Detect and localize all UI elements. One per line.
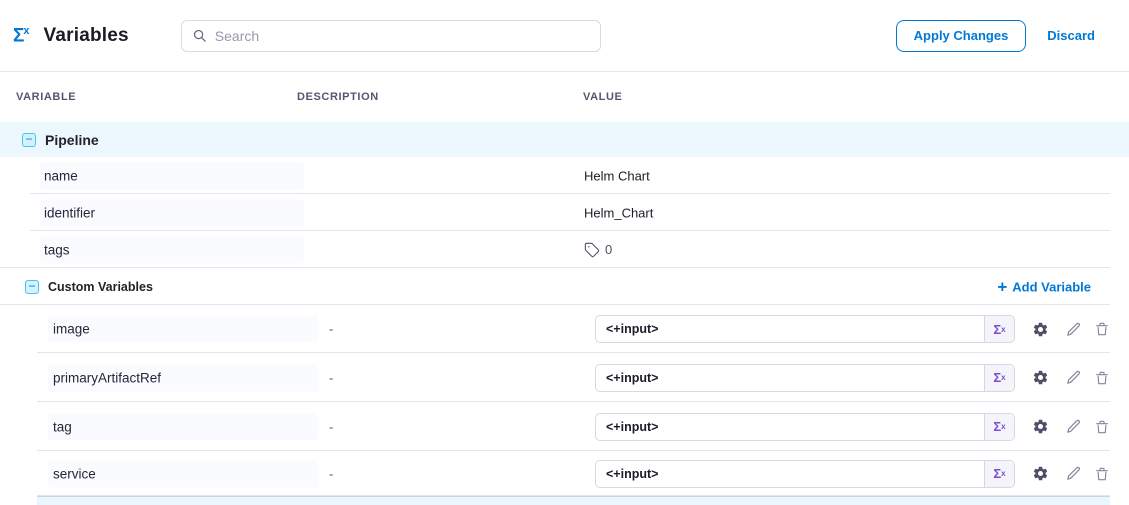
value-input[interactable] (596, 414, 984, 440)
table-header-row: VARIABLE DESCRIPTION VALUE (0, 72, 1129, 122)
discard-button[interactable]: Discard (1047, 28, 1095, 43)
expression-type-toggle-icon[interactable]: Σx (984, 365, 1014, 391)
table-row-image: image - Σx (0, 305, 1129, 353)
collapse-icon[interactable]: − (22, 133, 36, 147)
column-header-variable: VARIABLE (16, 91, 76, 103)
value-input-group: Σx (595, 413, 1015, 441)
search-input[interactable] (215, 28, 590, 44)
variable-label: name (44, 168, 78, 183)
pencil-icon (1065, 418, 1082, 435)
table-row-identifier: identifier Helm_Chart (0, 194, 1129, 231)
settings-button[interactable] (1031, 418, 1049, 436)
value-input[interactable] (596, 461, 984, 487)
tag-count: 0 (584, 242, 612, 258)
pencil-icon (1065, 321, 1082, 338)
variable-name-field: tag (48, 413, 318, 440)
table-row-tag: tag - Σx (0, 402, 1129, 451)
apply-changes-button[interactable]: Apply Changes (896, 20, 1027, 52)
variable-label: tags (44, 242, 70, 257)
table-row-name: name Helm Chart (0, 157, 1129, 194)
table-row-primaryArtifactRef: primaryArtifactRef - Σx (0, 353, 1129, 402)
tag-icon (584, 242, 600, 258)
expression-type-toggle-icon[interactable]: Σx (984, 316, 1014, 342)
value-input[interactable] (596, 316, 984, 342)
variable-label: image (53, 322, 90, 337)
settings-button[interactable] (1031, 465, 1049, 483)
top-bar: Σx Variables Apply Changes Discard (0, 0, 1129, 72)
edit-button[interactable] (1064, 465, 1082, 483)
variable-label: primaryArtifactRef (53, 370, 161, 385)
gear-icon (1032, 369, 1049, 386)
section-label-pipeline: Pipeline (45, 132, 99, 148)
table-row-tags: tags 0 (0, 231, 1129, 268)
trash-icon (1094, 321, 1110, 337)
search-icon (192, 28, 207, 43)
trash-icon (1094, 419, 1110, 435)
add-variable-label: Add Variable (1012, 279, 1091, 294)
section-row-pipeline: − Pipeline (0, 122, 1129, 157)
tag-count-text: 0 (605, 242, 612, 257)
variable-name-field: image (48, 316, 318, 343)
pencil-icon (1065, 465, 1082, 482)
trash-icon (1094, 466, 1110, 482)
add-variable-button[interactable]: + Add Variable (997, 278, 1091, 295)
value-input-group: Σx (595, 315, 1015, 343)
sigma-expression-icon: Σx (13, 26, 30, 45)
variable-name-field: primaryArtifactRef (48, 364, 318, 391)
trash-icon (1094, 370, 1110, 386)
settings-button[interactable] (1031, 369, 1049, 387)
expression-type-toggle-icon[interactable]: Σx (984, 414, 1014, 440)
gear-icon (1032, 418, 1049, 435)
delete-button[interactable] (1093, 418, 1111, 436)
gear-icon (1032, 321, 1049, 338)
tags-value: 0 (584, 242, 612, 258)
expression-type-toggle-icon[interactable]: Σx (984, 461, 1014, 487)
top-actions: Apply Changes Discard (896, 20, 1095, 52)
value-text: Helm_Chart (584, 205, 653, 220)
settings-button[interactable] (1031, 320, 1049, 338)
description-text: - (329, 419, 333, 434)
pencil-icon (1065, 369, 1082, 386)
edit-button[interactable] (1064, 369, 1082, 387)
variable-label: tag (53, 419, 72, 434)
variable-name-field: tags (40, 236, 304, 263)
variable-label: identifier (44, 205, 95, 220)
value-input-group: Σx (595, 460, 1015, 488)
page-title: Variables (44, 25, 129, 47)
section-row-custom-variables: − Custom Variables + Add Variable (0, 268, 1129, 305)
value-text: Helm Chart (584, 168, 650, 183)
variable-name-field: name (40, 162, 304, 189)
section-label-custom-variables: Custom Variables (48, 280, 153, 294)
search-box[interactable] (181, 20, 601, 52)
delete-button[interactable] (1093, 320, 1111, 338)
gear-icon (1032, 465, 1049, 482)
table-row-service: service - Σx (0, 451, 1129, 496)
value-input[interactable] (596, 365, 984, 391)
column-header-value: VALUE (583, 91, 622, 103)
description-text: - (329, 466, 333, 481)
variable-name-field: identifier (40, 199, 304, 226)
collapse-icon[interactable]: − (25, 280, 39, 294)
variable-label: service (53, 466, 96, 481)
variable-name-field: service (48, 460, 318, 487)
description-text: - (329, 322, 333, 337)
delete-button[interactable] (1093, 465, 1111, 483)
plus-icon: + (997, 278, 1007, 295)
column-header-description: DESCRIPTION (297, 91, 379, 103)
edit-button[interactable] (1064, 418, 1082, 436)
value-input-group: Σx (595, 364, 1015, 392)
edit-button[interactable] (1064, 320, 1082, 338)
variables-panel: Σx Variables Apply Changes Discard VARIA… (0, 0, 1129, 505)
delete-button[interactable] (1093, 369, 1111, 387)
description-text: - (329, 370, 333, 385)
next-section-row-partial[interactable] (37, 496, 1110, 505)
